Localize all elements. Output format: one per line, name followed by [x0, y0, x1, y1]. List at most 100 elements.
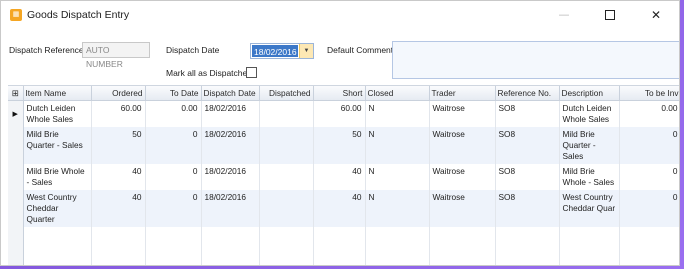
empty-cell — [259, 227, 314, 265]
empty-cell — [145, 227, 202, 265]
cell-ordered[interactable]: 40 — [91, 164, 146, 190]
cell-short[interactable]: 60.00 — [313, 100, 366, 127]
column-header[interactable]: Reference No. — [495, 86, 560, 101]
mark-all-dispatched-checkbox[interactable] — [246, 67, 257, 78]
cell-description[interactable]: Mild Brie Whole - Sales — [559, 164, 620, 190]
dispatch-date-picker[interactable]: 18/02/2016 ▼ — [250, 43, 314, 59]
empty-cell — [23, 227, 92, 265]
empty-row-area[interactable] — [8, 227, 679, 265]
column-header[interactable]: Item Name — [23, 86, 92, 101]
cell-dispatched[interactable] — [259, 190, 314, 227]
cell-short[interactable]: 40 — [313, 190, 366, 227]
column-header[interactable]: Short — [313, 86, 366, 101]
empty-cell — [559, 227, 620, 265]
cell-closed[interactable]: N — [365, 164, 430, 190]
cell-to-date[interactable]: 0 — [145, 190, 202, 227]
default-comments-label: Default Comments — [327, 45, 398, 55]
cell-to-date[interactable]: 0 — [145, 127, 202, 164]
dispatch-table: ⊞ Item Name Ordered To Date Dispatch Dat… — [8, 86, 679, 265]
cell-closed[interactable]: N — [365, 100, 430, 127]
cell-short[interactable]: 50 — [313, 127, 366, 164]
cell-description[interactable]: West Country Cheddar Quar — [559, 190, 620, 227]
column-header[interactable]: To Date — [145, 86, 202, 101]
dispatch-reference-label: Dispatch Reference — [9, 45, 84, 55]
dispatch-reference-field[interactable]: AUTO NUMBER — [82, 42, 150, 69]
cell-dispatch-date[interactable]: 18/02/2016 — [201, 100, 260, 127]
column-header[interactable]: Ordered — [91, 86, 146, 101]
table-row[interactable]: Mild Brie Whole - Sales 40 0 18/02/2016 … — [8, 164, 679, 190]
maximize-icon — [605, 9, 615, 20]
cell-ordered[interactable]: 50 — [91, 127, 146, 164]
window-title: Goods Dispatch Entry — [27, 8, 130, 21]
cell-item-name[interactable]: Mild Brie Quarter - Sales — [23, 127, 92, 164]
row-indicator[interactable] — [8, 127, 24, 164]
cell-item-name[interactable]: Mild Brie Whole - Sales — [23, 164, 92, 190]
row-indicator[interactable]: ▶ — [8, 100, 24, 127]
cell-description[interactable]: Mild Brie Quarter - Sales — [559, 127, 620, 164]
empty-cell — [619, 227, 679, 265]
cell-ordered[interactable]: 40 — [91, 190, 146, 227]
cell-reference-no[interactable]: SO8 — [495, 100, 560, 127]
column-header[interactable]: Dispatched — [259, 86, 314, 101]
cell-ordered[interactable]: 60.00 — [91, 100, 146, 127]
column-header[interactable]: To be Inv — [619, 86, 679, 101]
chevron-down-icon[interactable]: ▼ — [299, 44, 313, 58]
empty-cell — [429, 227, 496, 265]
cell-dispatch-date[interactable]: 18/02/2016 — [201, 190, 260, 227]
cell-dispatch-date[interactable]: 18/02/2016 — [201, 164, 260, 190]
cell-item-name[interactable]: Dutch Leiden Whole Sales — [23, 100, 92, 127]
cell-reference-no[interactable]: SO8 — [495, 164, 560, 190]
table-row[interactable]: Mild Brie Quarter - Sales 50 0 18/02/201… — [8, 127, 679, 164]
table-row[interactable]: ▶ Dutch Leiden Whole Sales 60.00 0.00 18… — [8, 100, 679, 127]
window-controls: — ✕ — [541, 1, 679, 28]
default-comments-field[interactable] — [392, 41, 679, 79]
cell-to-be-inv[interactable]: 0.00 — [619, 100, 679, 127]
cell-dispatch-date[interactable]: 18/02/2016 — [201, 127, 260, 164]
cell-to-be-inv[interactable]: 0 — [619, 190, 679, 227]
cell-to-be-inv[interactable]: 0 — [619, 127, 679, 164]
cell-closed[interactable]: N — [365, 190, 430, 227]
empty-cell — [313, 227, 366, 265]
cell-trader[interactable]: Waitrose — [429, 190, 496, 227]
column-chooser-icon[interactable]: ⊞ — [8, 86, 24, 101]
minimize-button[interactable]: — — [541, 1, 587, 28]
cell-item-name[interactable]: West Country Cheddar Quarter — [23, 190, 92, 227]
cell-to-date[interactable]: 0 — [145, 164, 202, 190]
dispatch-form: Dispatch Reference AUTO NUMBER Dispatch … — [1, 28, 679, 91]
dispatch-date-value[interactable]: 18/02/2016 — [252, 45, 298, 57]
dispatch-date-label: Dispatch Date — [166, 45, 220, 55]
cell-to-be-inv[interactable]: 0 — [619, 164, 679, 190]
cell-short[interactable]: 40 — [313, 164, 366, 190]
cell-dispatched[interactable] — [259, 100, 314, 127]
title-bar[interactable]: ▦ Goods Dispatch Entry — ✕ — [1, 1, 679, 28]
row-indicator — [8, 227, 24, 265]
empty-cell — [495, 227, 560, 265]
row-indicator[interactable] — [8, 164, 24, 190]
cell-reference-no[interactable]: SO8 — [495, 127, 560, 164]
cell-closed[interactable]: N — [365, 127, 430, 164]
column-header[interactable]: Dispatch Date — [201, 86, 260, 101]
maximize-button[interactable] — [587, 1, 633, 28]
column-header[interactable]: Trader — [429, 86, 496, 101]
close-button[interactable]: ✕ — [633, 1, 679, 28]
table-header-row: ⊞ Item Name Ordered To Date Dispatch Dat… — [8, 86, 679, 101]
cell-trader[interactable]: Waitrose — [429, 164, 496, 190]
mark-all-dispatched-label: Mark all as Dispatched — [166, 68, 252, 78]
row-indicator[interactable] — [8, 190, 24, 227]
column-header[interactable]: Closed — [365, 86, 430, 101]
dispatch-grid: ⊞ Item Name Ordered To Date Dispatch Dat… — [8, 85, 679, 265]
empty-cell — [91, 227, 146, 265]
cell-trader[interactable]: Waitrose — [429, 100, 496, 127]
row-pointer-icon: ▶ — [12, 111, 18, 118]
column-header[interactable]: Description — [559, 86, 620, 101]
cell-dispatched[interactable] — [259, 164, 314, 190]
goods-dispatch-window: ▦ Goods Dispatch Entry — ✕ Dispatch Refe… — [0, 0, 680, 266]
cell-dispatched[interactable] — [259, 127, 314, 164]
cell-to-date[interactable]: 0.00 — [145, 100, 202, 127]
cell-description[interactable]: Dutch Leiden Whole Sales — [559, 100, 620, 127]
empty-cell — [201, 227, 260, 265]
empty-cell — [365, 227, 430, 265]
cell-reference-no[interactable]: SO8 — [495, 190, 560, 227]
table-row[interactable]: West Country Cheddar Quarter 40 0 18/02/… — [8, 190, 679, 227]
cell-trader[interactable]: Waitrose — [429, 127, 496, 164]
